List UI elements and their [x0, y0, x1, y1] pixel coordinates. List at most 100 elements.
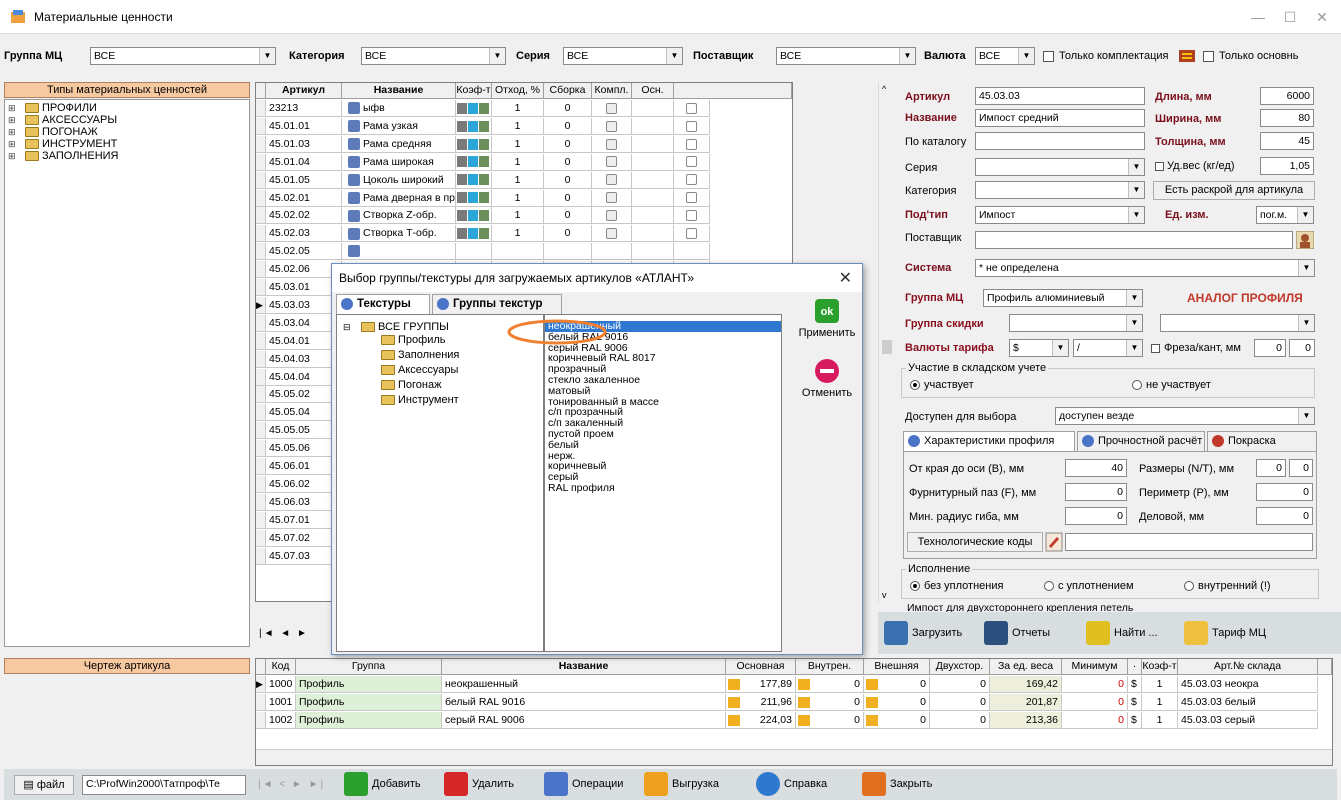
maximize-button[interactable]: ☐ [1277, 6, 1303, 28]
texture-name-cell[interactable]: серый RAL 9006 [442, 712, 726, 729]
article-tools-cell[interactable] [456, 189, 492, 207]
row-selector[interactable] [256, 279, 266, 296]
mill-checkbox[interactable] [1151, 344, 1160, 353]
assembly-cell[interactable] [592, 171, 632, 189]
column-header[interactable] [256, 659, 266, 675]
radius-field[interactable]: 0 [1065, 507, 1127, 525]
texture-min-cell[interactable]: 0 [1062, 676, 1128, 693]
texture-inner-cell[interactable]: 0 [796, 694, 864, 711]
unit-select[interactable]: пог.м. ▼ [1256, 206, 1314, 224]
texture-currency-cell[interactable]: $ [1128, 694, 1142, 711]
article-code-cell[interactable]: 45.01.01 [266, 117, 342, 135]
row-selector[interactable] [256, 314, 266, 332]
article-tools-cell[interactable] [456, 153, 492, 171]
texture-name-cell[interactable]: белый RAL 9016 [442, 694, 726, 711]
article-tools-cell[interactable] [456, 207, 492, 225]
tech-codes-edit-icon[interactable] [1045, 532, 1063, 552]
texture-coef-cell[interactable]: 1 [1142, 676, 1178, 693]
kit-cell[interactable] [632, 243, 674, 261]
analog-profile-link[interactable]: АНАЛОГ ПРОФИЛЯ [1187, 291, 1303, 305]
main-checkbox[interactable] [686, 228, 697, 240]
coef-cell[interactable] [492, 243, 544, 261]
exec-opt-seal[interactable]: с уплотнением [1044, 580, 1134, 592]
texture-main-cell[interactable]: 211,96 [726, 694, 796, 711]
texture-group-cell[interactable]: Профиль [296, 676, 442, 693]
texture-two-cell[interactable]: 0 [930, 694, 990, 711]
coef-cell[interactable]: 1 [492, 153, 544, 171]
row-selector[interactable] [256, 153, 266, 171]
article-code-cell[interactable]: 23213 [266, 100, 342, 117]
waste-cell[interactable]: 0 [544, 207, 592, 225]
article-tools-cell[interactable] [456, 243, 492, 261]
texture-icon[interactable] [468, 120, 478, 132]
column-header[interactable]: Коэф-т [1142, 659, 1178, 675]
column-header[interactable]: Название [442, 659, 726, 675]
texture-two-cell[interactable]: 0 [930, 676, 990, 693]
texture-group-cell[interactable]: Профиль [296, 694, 442, 711]
column-header[interactable] [674, 83, 792, 99]
row-selector[interactable] [256, 493, 266, 511]
available-select[interactable]: доступен везде ▼ [1055, 407, 1315, 425]
file-path-field[interactable]: C:\ProfWin2000\Татпроф\Те [82, 775, 246, 795]
column-header[interactable]: Коэф-т [456, 83, 492, 99]
dialog-tree-item[interactable]: Погонаж [341, 378, 543, 393]
tab-texture-groups[interactable]: Группы текстур [432, 294, 562, 314]
tree-item[interactable]: ⊞ ИНСТРУМЕНТ [5, 138, 249, 150]
texture-code-cell[interactable]: 1001 [266, 694, 296, 711]
row-selector[interactable] [256, 712, 266, 729]
expand-icon[interactable]: ⊞ [8, 114, 16, 126]
tab-strength-calc[interactable]: Прочностной расчёт [1077, 431, 1205, 451]
texture-currency-cell[interactable]: $ [1128, 712, 1142, 729]
expand-icon[interactable]: ⊞ [8, 138, 16, 150]
series-select[interactable]: ▼ [975, 158, 1145, 176]
assembly-cell[interactable] [592, 117, 632, 135]
row-selector[interactable] [256, 475, 266, 493]
mc-group-select[interactable]: Профиль алюминиевый ▼ [983, 289, 1143, 307]
scroll-down-icon[interactable]: v [882, 590, 887, 600]
column-header[interactable]: Компл. [592, 83, 632, 99]
exec-opt-none[interactable]: без уплотнения [910, 580, 1003, 592]
assembly-cell[interactable] [592, 100, 632, 117]
edit-icon[interactable] [479, 174, 489, 186]
sizes-field-2[interactable]: 0 [1289, 459, 1313, 477]
category-filter-select[interactable]: ВСЕ ▼ [361, 47, 506, 65]
texture-main-cell[interactable]: 224,03 [726, 712, 796, 729]
coef-cell[interactable]: 1 [492, 117, 544, 135]
kit-cell[interactable] [632, 207, 674, 225]
add-button[interactable]: Добавить [344, 771, 421, 797]
discount-select[interactable]: ▼ [1009, 314, 1143, 332]
kit-cell[interactable] [632, 153, 674, 171]
coef-cell[interactable]: 1 [492, 207, 544, 225]
kit-cell[interactable] [632, 189, 674, 207]
grid-icon[interactable] [457, 120, 467, 132]
row-selector[interactable] [256, 529, 266, 547]
article-name-cell[interactable]: Рама узкая [342, 117, 456, 135]
row-selector[interactable] [256, 350, 266, 368]
texture-icon[interactable] [468, 192, 478, 204]
edit-icon[interactable] [479, 156, 489, 168]
column-header[interactable]: Минимум [1062, 659, 1128, 675]
find-button[interactable]: Найти ... [1086, 620, 1158, 646]
grid-icon[interactable] [457, 102, 467, 114]
dialog-close-icon[interactable]: ✕ [839, 268, 852, 288]
edit-icon[interactable] [479, 210, 489, 222]
kit-cell[interactable] [632, 135, 674, 153]
tariff-currency-select[interactable]: $ ▼ [1009, 339, 1069, 357]
main-checkbox[interactable] [686, 174, 697, 186]
expand-icon[interactable]: ⊞ [8, 150, 16, 162]
texture-coef-cell[interactable]: 1 [1142, 694, 1178, 711]
texture-icon[interactable] [468, 138, 478, 150]
waste-cell[interactable] [544, 243, 592, 261]
row-selector[interactable] [256, 422, 266, 440]
texture-list-item[interactable]: белый [545, 439, 781, 451]
dialog-tree-item[interactable]: Инструмент [341, 393, 543, 408]
mill-field-2[interactable]: 0 [1289, 339, 1315, 357]
grid-icon[interactable] [457, 138, 467, 150]
main-checkbox[interactable] [686, 192, 697, 204]
article-name-cell[interactable]: Цоколь широкий [342, 171, 456, 189]
supplier-field[interactable] [975, 231, 1293, 249]
coef-cell[interactable]: 1 [492, 225, 544, 243]
edge-field[interactable]: 40 [1065, 459, 1127, 477]
assembly-cell[interactable] [592, 189, 632, 207]
main-cell[interactable] [674, 243, 710, 261]
